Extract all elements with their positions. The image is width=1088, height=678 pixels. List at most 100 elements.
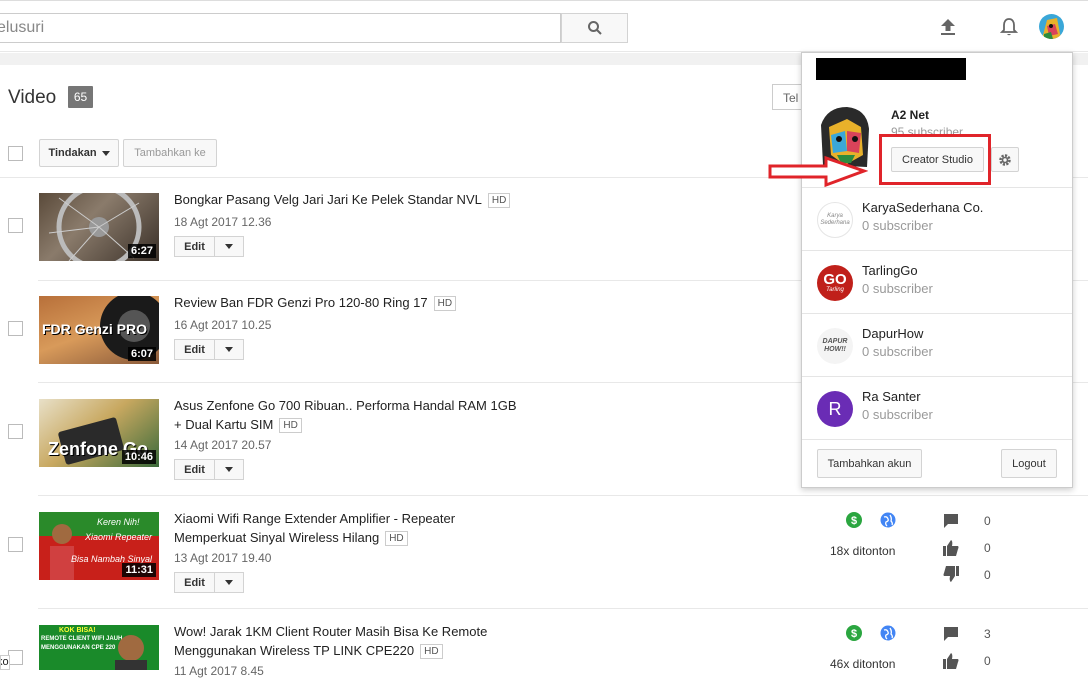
edit-button[interactable]: Edit — [175, 573, 215, 592]
account-item[interactable]: R Ra Santer 0 subscriber — [802, 376, 1072, 439]
video-checkbox[interactable] — [8, 424, 23, 439]
edit-menu-button[interactable] — [215, 340, 243, 359]
account-item[interactable]: Karya Sederhana KaryaSederhana Co. 0 sub… — [802, 187, 1072, 250]
person-graphic — [115, 635, 147, 670]
view-count: 46x ditonton — [830, 657, 896, 671]
bottom-left-label: ko — [1, 656, 9, 668]
annotation-highlight-box — [879, 134, 991, 185]
like-count: 0 — [984, 654, 991, 668]
bottom-left-tab[interactable]: ko — [0, 655, 10, 670]
video-title-line1: Asus Zenfone Go 700 Ribuan.. Performa Ha… — [174, 398, 517, 413]
monetization-icon: $ — [846, 625, 862, 641]
video-date: 11 Agt 2017 8.45 — [174, 664, 264, 678]
edit-button-group[interactable]: Edit — [174, 339, 244, 360]
video-duration: 10:46 — [121, 450, 156, 464]
video-title-line2: Menggunakan Wireless TP LINK CPE220 — [174, 643, 415, 658]
edit-button[interactable]: Edit — [175, 340, 215, 359]
search-input[interactable]: elusuri — [0, 13, 561, 43]
add-to-button[interactable]: Tambahkan ke — [123, 139, 217, 167]
video-title-line1: Xiaomi Wifi Range Extender Amplifier - R… — [174, 511, 456, 526]
account-avatar-text: GO — [823, 271, 847, 288]
video-thumbnail[interactable]: Zenfone Go 10:46 — [39, 399, 159, 467]
upload-icon — [941, 19, 955, 35]
add-account-button[interactable]: Tambahkan akun — [817, 449, 922, 478]
thumbnail-caption: MENGGUNAKAN CPE 220 — [41, 645, 116, 651]
dislike-icon — [943, 566, 959, 582]
account-avatar-text: DAPUR HOW!! — [822, 338, 848, 353]
video-title[interactable]: Review Ban FDR Genzi Pro 120-80 Ring 17 H… — [174, 293, 457, 312]
video-date: 14 Agt 2017 20.57 — [174, 438, 272, 452]
channel-name: A2 Net — [891, 108, 930, 122]
person-graphic — [50, 524, 74, 580]
search-placeholder: elusuri — [0, 19, 45, 36]
edit-menu-button[interactable] — [215, 237, 243, 256]
account-item[interactable]: GO Tarling TarlingGo 0 subscriber — [802, 250, 1072, 313]
search-button[interactable] — [561, 13, 628, 43]
video-title-line1: Wow! Jarak 1KM Client Router Masih Bisa … — [174, 624, 488, 639]
chevron-down-icon — [101, 150, 110, 156]
video-thumbnail[interactable]: FDR Genzi PRO 6:07 — [39, 296, 159, 364]
video-thumbnail[interactable]: Keren Nih! Xiaomi Repeater Bisa Nambah S… — [39, 512, 159, 580]
account-subscribers: 0 subscriber — [862, 344, 933, 359]
video-checkbox[interactable] — [8, 321, 23, 336]
edit-button-group[interactable]: Edit — [174, 236, 244, 257]
hd-badge: HD — [385, 531, 408, 546]
video-checkbox[interactable] — [8, 218, 23, 233]
video-date: 18 Agt 2017 12.36 — [174, 215, 272, 229]
svg-text:$: $ — [851, 515, 857, 527]
account-avatar: R — [817, 391, 853, 427]
logout-button[interactable]: Logout — [1001, 449, 1057, 478]
public-globe-icon — [880, 625, 896, 641]
video-date: 16 Agt 2017 10.25 — [174, 318, 272, 332]
account-avatar-text: Karya Sederhana — [820, 213, 850, 226]
video-title[interactable]: Xiaomi Wifi Range Extender Amplifier - R… — [174, 509, 455, 547]
account-name: Ra Santer — [862, 389, 921, 404]
edit-button[interactable]: Edit — [175, 460, 215, 479]
chevron-down-icon — [225, 244, 233, 249]
video-duration: 6:27 — [127, 244, 156, 258]
comment-icon — [944, 627, 958, 641]
video-title-line2: Memperkuat Sinyal Wireless Hilang — [174, 530, 380, 545]
video-title[interactable]: Bongkar Pasang Velg Jari Jari Ke Pelek S… — [174, 190, 511, 209]
edit-menu-button[interactable] — [215, 573, 243, 592]
video-duration: 11:31 — [122, 563, 156, 577]
video-checkbox[interactable] — [8, 650, 23, 665]
account-avatar: Karya Sederhana — [817, 202, 853, 238]
actions-dropdown[interactable]: Tindakan — [39, 139, 119, 167]
notifications-button[interactable] — [997, 15, 1021, 39]
settings-button[interactable] — [991, 147, 1019, 172]
thumbnail-caption: FDR Genzi PRO — [42, 321, 148, 337]
view-count: 18x ditonton — [830, 544, 896, 558]
edit-button[interactable]: Edit — [175, 237, 215, 256]
account-item[interactable]: DAPUR HOW!! DapurHow 0 subscriber — [802, 313, 1072, 376]
video-title-line2: + Dual Kartu SIM — [174, 417, 274, 432]
chevron-down-icon — [225, 467, 233, 472]
like-icon — [943, 540, 959, 556]
video-thumbnail[interactable]: KOK BISA! REMOTE CLIENT WIFI JAUH MENGGU… — [39, 625, 159, 670]
account-avatar: DAPUR HOW!! — [817, 328, 853, 364]
edit-button-group[interactable]: Edit — [174, 459, 244, 480]
video-title-text: Review Ban FDR Genzi Pro 120-80 Ring 17 — [174, 295, 428, 310]
gear-icon — [999, 153, 1011, 166]
account-name: TarlingGo — [862, 263, 918, 278]
video-count-badge: 65 — [68, 86, 93, 108]
video-title[interactable]: Wow! Jarak 1KM Client Router Masih Bisa … — [174, 622, 487, 660]
chevron-down-icon — [225, 347, 233, 352]
select-all-checkbox[interactable] — [8, 146, 23, 161]
search-icon — [587, 21, 602, 35]
account-subscribers: 0 subscriber — [862, 407, 933, 422]
account-switcher-popup: A2 Net 95 subscriber Creator Studio Kary… — [801, 52, 1073, 488]
hd-badge: HD — [433, 296, 457, 311]
upload-button[interactable] — [936, 15, 960, 39]
edit-button-group[interactable]: Edit — [174, 572, 244, 593]
hd-badge: HD — [420, 644, 443, 659]
account-avatar-button[interactable] — [1039, 14, 1064, 39]
video-checkbox[interactable] — [8, 537, 23, 552]
video-thumbnail[interactable]: 6:27 — [39, 193, 159, 261]
hd-badge: HD — [487, 193, 511, 208]
hd-badge: HD — [279, 418, 302, 433]
like-count: 0 — [984, 541, 991, 555]
thumbnail-caption: Keren Nih! — [97, 517, 140, 527]
video-title[interactable]: Asus Zenfone Go 700 Ribuan.. Performa Ha… — [174, 396, 517, 434]
edit-menu-button[interactable] — [215, 460, 243, 479]
